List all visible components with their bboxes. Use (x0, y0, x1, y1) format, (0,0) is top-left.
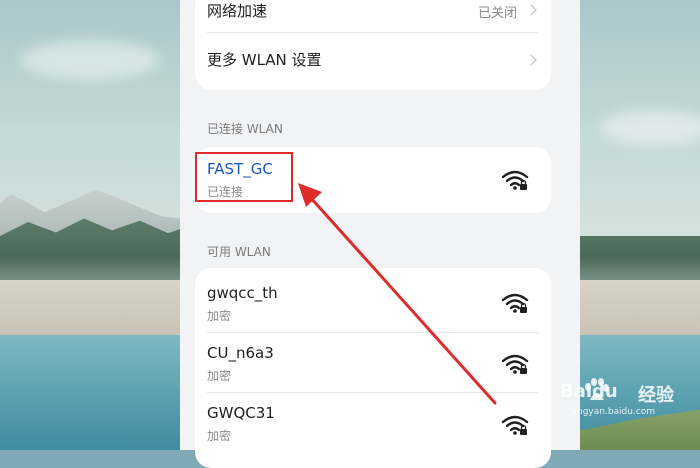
wifi-locked-icon (501, 170, 529, 190)
cloud (600, 110, 700, 145)
wifi-locked-icon (501, 415, 529, 435)
connected-section-label: 已连接 WLAN (207, 122, 283, 136)
watermark-brand: Baidu (560, 381, 618, 402)
baidu-watermark: Baidu 经验 jingyan.baidu.com (560, 375, 695, 425)
network-accel-value: 已关闭 (477, 6, 517, 21)
wlan-settings-panel: 网络加速 已关闭 更多 WLAN 设置 已连接 WLAN FAST_GC 已连接… (180, 0, 580, 468)
wlan-security: 加密 (207, 429, 232, 443)
settings-card: 网络加速 已关闭 更多 WLAN 设置 (195, 0, 551, 90)
wifi-locked-icon (501, 354, 529, 374)
watermark-url: jingyan.baidu.com (572, 407, 656, 417)
more-wlan-settings-row[interactable]: 更多 WLAN 设置 (195, 33, 551, 90)
annotation-highlight-box (195, 152, 293, 202)
wlan-ssid: CU_n6a3 (207, 344, 274, 362)
wlan-security: 加密 (207, 309, 232, 323)
wlan-security: 加密 (207, 369, 232, 383)
available-card: gwqcc_th 加密 CU_n6a3 加密 GWQC31 加密 (195, 268, 551, 468)
wlan-ssid: GWQC31 (207, 404, 275, 422)
available-section-label: 可用 WLAN (207, 245, 271, 259)
wlan-list-item[interactable]: CU_n6a3 加密 (195, 333, 551, 392)
network-accel-row[interactable]: 网络加速 已关闭 (195, 0, 551, 32)
network-accel-label: 网络加速 (207, 2, 268, 20)
chevron-right-icon (525, 4, 537, 16)
more-wlan-settings-label: 更多 WLAN 设置 (207, 51, 322, 69)
cloud (20, 40, 160, 80)
wlan-ssid: gwqcc_th (207, 284, 278, 302)
chevron-right-icon (525, 54, 537, 66)
watermark-product: 经验 (638, 385, 674, 406)
wlan-list-item[interactable]: gwqcc_th 加密 (195, 268, 551, 332)
wlan-list-item[interactable]: GWQC31 加密 (195, 393, 551, 453)
wifi-locked-icon (501, 293, 529, 313)
